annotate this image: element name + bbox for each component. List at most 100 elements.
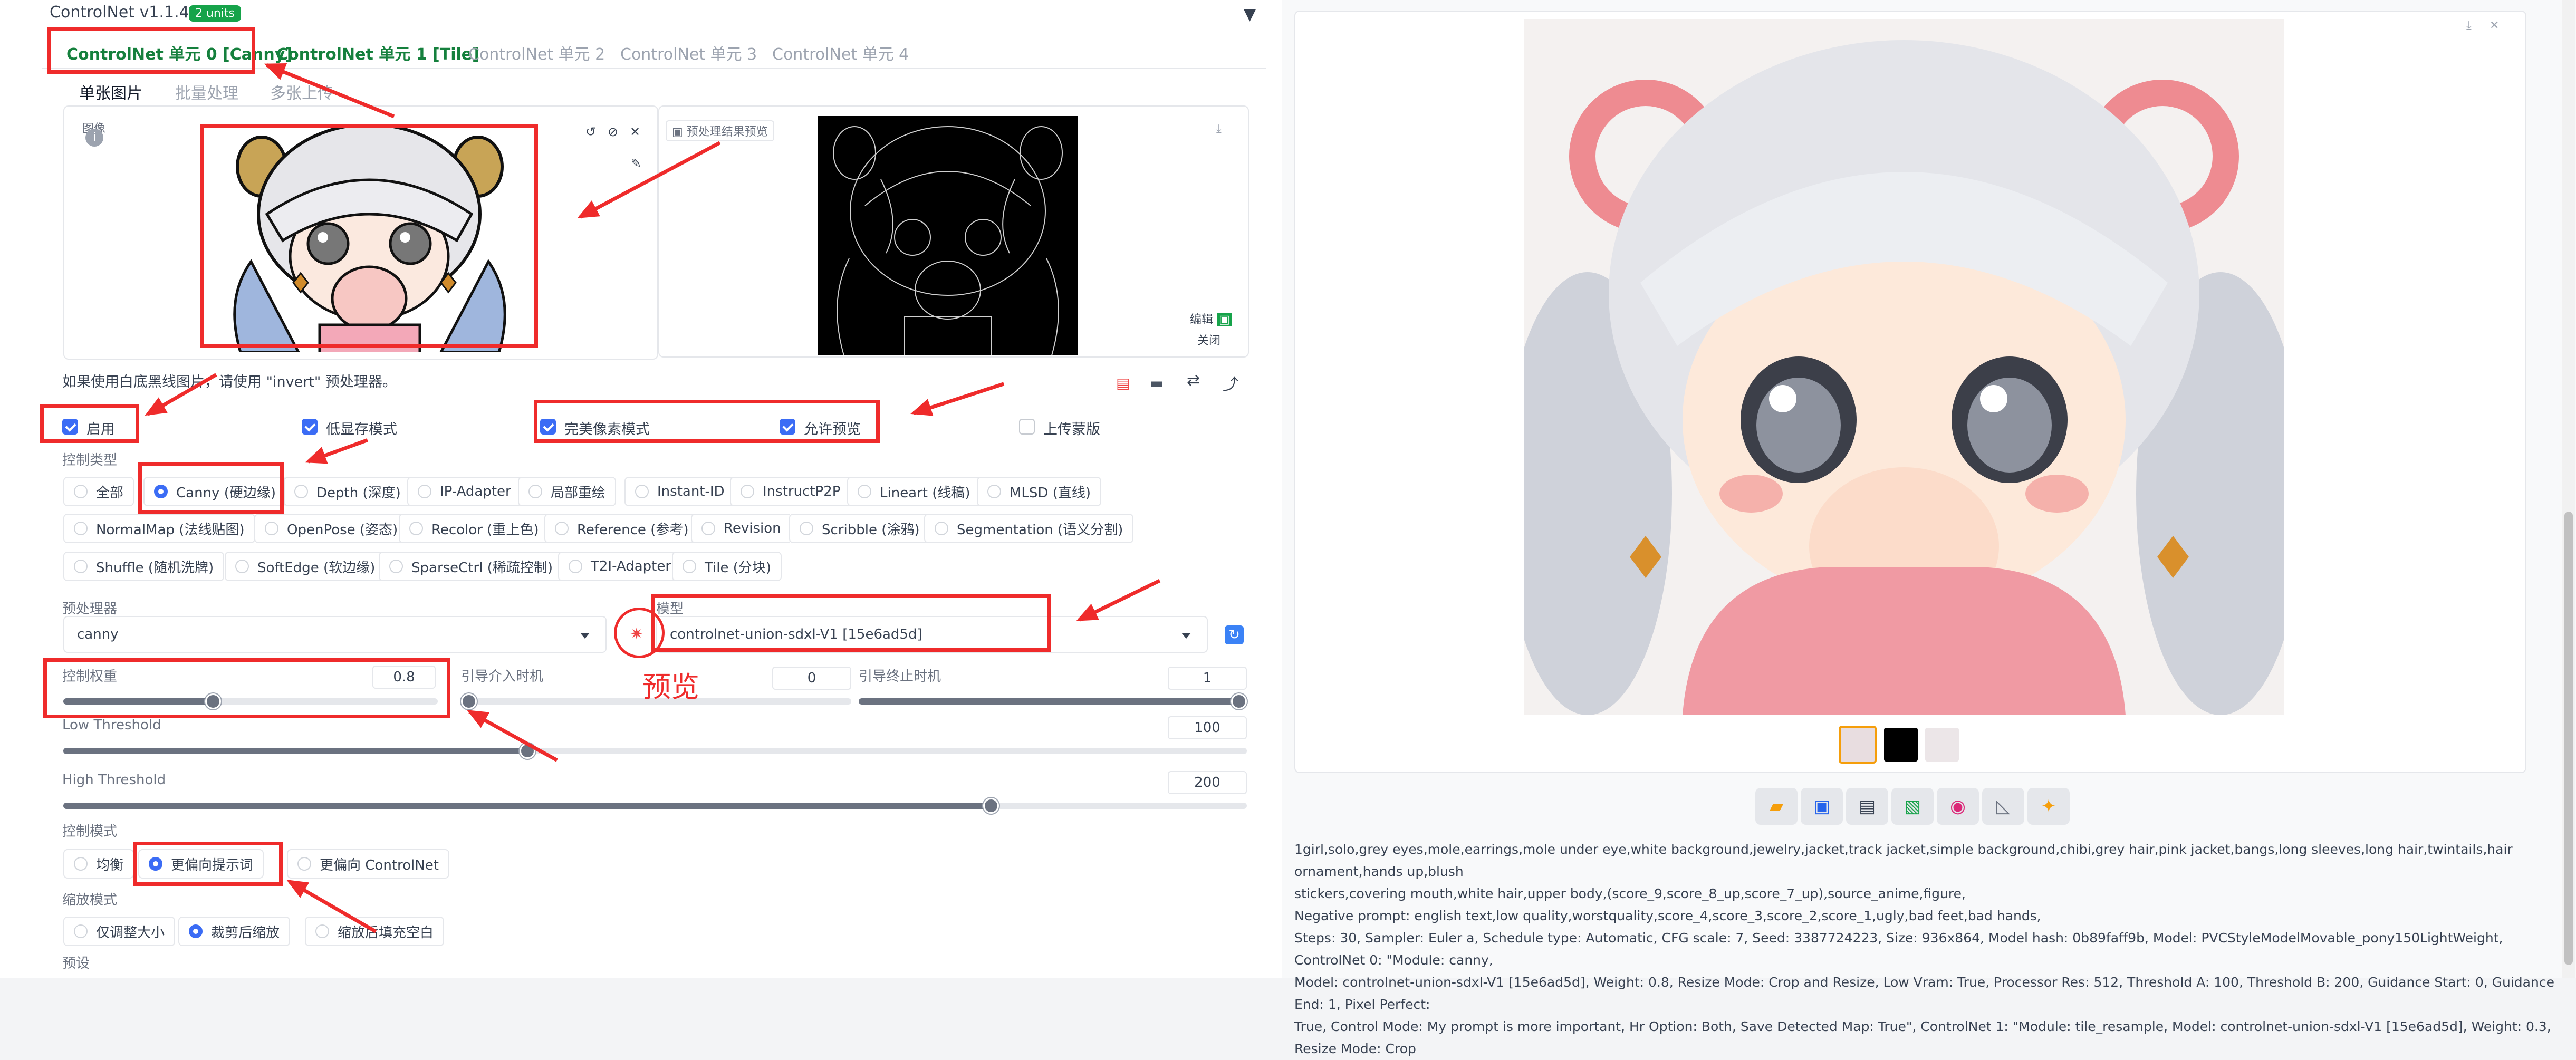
control-type-reference[interactable]: Reference (参考)	[544, 514, 699, 543]
send-icon[interactable]: ⤴	[1223, 371, 1238, 394]
control-type-tile[interactable]: Tile (分块)	[672, 552, 782, 581]
low-threshold-input[interactable]: 100	[1168, 716, 1247, 739]
close-preview-button[interactable]: 关闭	[1197, 331, 1220, 348]
download-icon[interactable]: ⤓	[1216, 122, 1222, 136]
control-type-openpose[interactable]: OpenPose (姿态)	[254, 514, 409, 543]
invert-note: 如果使用白底黑线图片，请使用 "invert" 预处理器。	[62, 374, 397, 390]
subtab-batch[interactable]: 批量处理	[175, 80, 238, 103]
control-mode-controlnet[interactable]: 更偏向 ControlNet	[287, 849, 449, 879]
folder-icon: ▰	[1769, 796, 1784, 817]
page-scrollbar-thumb[interactable]	[2564, 512, 2573, 965]
info-line: True, Control Mode: My prompt is more im…	[1294, 1019, 2551, 1056]
subtab-multi[interactable]: 多张上传	[270, 80, 333, 103]
control-type-all[interactable]: 全部	[63, 477, 134, 506]
tab-unit-3[interactable]: ControlNet 单元 3	[620, 41, 757, 64]
thumbnail-source[interactable]	[1925, 728, 1959, 762]
control-type-shuffle[interactable]: Shuffle (随机洗牌)	[63, 552, 225, 581]
control-type-inpaint[interactable]: 局部重绘	[518, 477, 617, 506]
resize-mode-just-resize[interactable]: 仅调整大小	[63, 917, 176, 946]
preset-label: 预设	[62, 956, 90, 971]
eraser-icon[interactable]: ⊘	[608, 124, 618, 139]
control-type-mlsd[interactable]: MLSD (直线)	[977, 477, 1101, 506]
thumbnail-canny[interactable]	[1884, 728, 1918, 762]
lowvram-label: 低显存模式	[326, 421, 397, 438]
send-to-img2img-button[interactable]: ▧	[1891, 788, 1934, 825]
guidance-end-fill	[859, 698, 1247, 705]
webcam-icon[interactable]: ▬	[1150, 374, 1164, 392]
undo-icon[interactable]: ↺	[585, 124, 596, 139]
annotation-circle-preview	[614, 608, 665, 658]
control-type-depth[interactable]: Depth (深度)	[284, 477, 411, 506]
control-type-ip-adapter[interactable]: IP-Adapter	[407, 477, 522, 506]
high-threshold-label: High Threshold	[62, 772, 166, 788]
canny-preview-image	[818, 116, 1078, 355]
control-type-lineart[interactable]: Lineart (线稿)	[847, 477, 981, 506]
preprocessor-dropdown[interactable]: canny	[63, 616, 607, 653]
control-type-t2i-adapter[interactable]: T2I-Adapter	[558, 552, 682, 581]
download-icon[interactable]: ⤓	[2466, 19, 2472, 32]
annotation-box-control-mode	[133, 842, 283, 886]
swap-icon[interactable]: ⇄	[1187, 371, 1200, 390]
thumbnail-output[interactable]	[1839, 726, 1877, 764]
control-type-recolor[interactable]: Recolor (重上色)	[399, 514, 550, 543]
tab-unit-4[interactable]: ControlNet 单元 4	[772, 41, 909, 64]
info-line: Negative prompt: english text,low qualit…	[1294, 908, 2041, 923]
annotation-box-pixel-perfect	[534, 400, 880, 443]
annotation-box-enable	[40, 404, 139, 443]
high-threshold-fill	[63, 803, 991, 809]
send-to-inpaint-button[interactable]: ◉	[1937, 788, 1979, 825]
save-button[interactable]: ▣	[1801, 788, 1843, 825]
upload-camera-icon[interactable]: ▤	[1116, 374, 1130, 392]
guidance-start-label: 引导介入时机	[461, 669, 544, 685]
tab-unit-2[interactable]: ControlNet 单元 2	[468, 41, 605, 64]
guidance-end-input[interactable]: 1	[1168, 667, 1247, 690]
low-threshold-fill	[63, 748, 527, 754]
image-icon: ▣	[672, 126, 683, 139]
high-threshold-input[interactable]: 200	[1168, 771, 1247, 794]
control-type-softedge[interactable]: SoftEdge (软边缘)	[225, 552, 386, 581]
close-icon[interactable]: ✕	[2490, 19, 2499, 32]
high-threshold-handle[interactable]	[983, 798, 999, 814]
resize-mode-label: 缩放模式	[62, 892, 118, 908]
resize-mode-crop[interactable]: 裁剪后缩放	[178, 917, 291, 946]
image-icon: ▧	[1904, 796, 1921, 817]
guidance-end-label: 引导终止时机	[859, 669, 941, 685]
control-type-revision[interactable]: Revision	[691, 514, 792, 543]
control-type-instant-id[interactable]: Instant-ID	[624, 477, 735, 506]
guidance-end-handle[interactable]	[1231, 693, 1247, 709]
collapse-icon[interactable]: ▼	[1244, 5, 1256, 24]
panel-title: ControlNet v1.1.445	[50, 3, 209, 22]
brush-icon[interactable]: ✎	[631, 156, 641, 171]
ruler-icon: ◺	[1996, 796, 2011, 817]
info-line: 1girl,solo,grey eyes,mole,earrings,mole …	[1294, 842, 2513, 879]
close-icon[interactable]: ✕	[630, 124, 640, 139]
info-line: Steps: 30, Sampler: Euler a, Schedule ty…	[1294, 930, 2503, 968]
open-folder-button[interactable]: ▰	[1755, 788, 1798, 825]
control-type-normalmap[interactable]: NormalMap (法线贴图)	[63, 514, 255, 543]
zip-button[interactable]: ▤	[1846, 788, 1888, 825]
info-icon[interactable]: i	[85, 129, 103, 147]
lowvram-checkbox[interactable]	[302, 419, 318, 435]
control-type-sparsectrl[interactable]: SparseCtrl (稀疏控制)	[379, 552, 563, 581]
chevron-down-icon	[1181, 633, 1191, 639]
control-type-segmentation[interactable]: Segmentation (语义分割)	[924, 514, 1134, 543]
low-threshold-label: Low Threshold	[62, 717, 161, 733]
sparkle-button[interactable]: ✦	[2027, 788, 2070, 825]
refresh-icon[interactable]: ↻	[1225, 625, 1244, 644]
annotation-box-model	[651, 594, 1051, 652]
tab-unit-1[interactable]: ControlNet 单元 1 [Tile]	[276, 41, 479, 64]
edit-button[interactable]: 编辑 ▣	[1190, 310, 1232, 327]
archive-icon: ▤	[1858, 796, 1876, 817]
upload-mask-checkbox[interactable]	[1019, 419, 1035, 435]
guidance-start-input[interactable]: 0	[772, 667, 851, 690]
palette-icon: ◉	[1950, 796, 1966, 817]
preview-label: ▣ 预处理结果预览	[666, 120, 774, 141]
subtab-single[interactable]: 单张图片	[79, 80, 142, 103]
control-type-instructp2p[interactable]: InstructP2P	[730, 477, 851, 506]
control-type-scribble[interactable]: Scribble (涂鸦)	[789, 514, 930, 543]
send-to-extras-button[interactable]: ◺	[1982, 788, 2024, 825]
edit-icon: ▣	[1217, 313, 1232, 326]
generation-info: 1girl,solo,grey eyes,mole,earrings,mole …	[1294, 839, 2571, 1060]
control-mode-balanced[interactable]: 均衡	[63, 849, 134, 879]
save-icon: ▣	[1813, 796, 1831, 817]
